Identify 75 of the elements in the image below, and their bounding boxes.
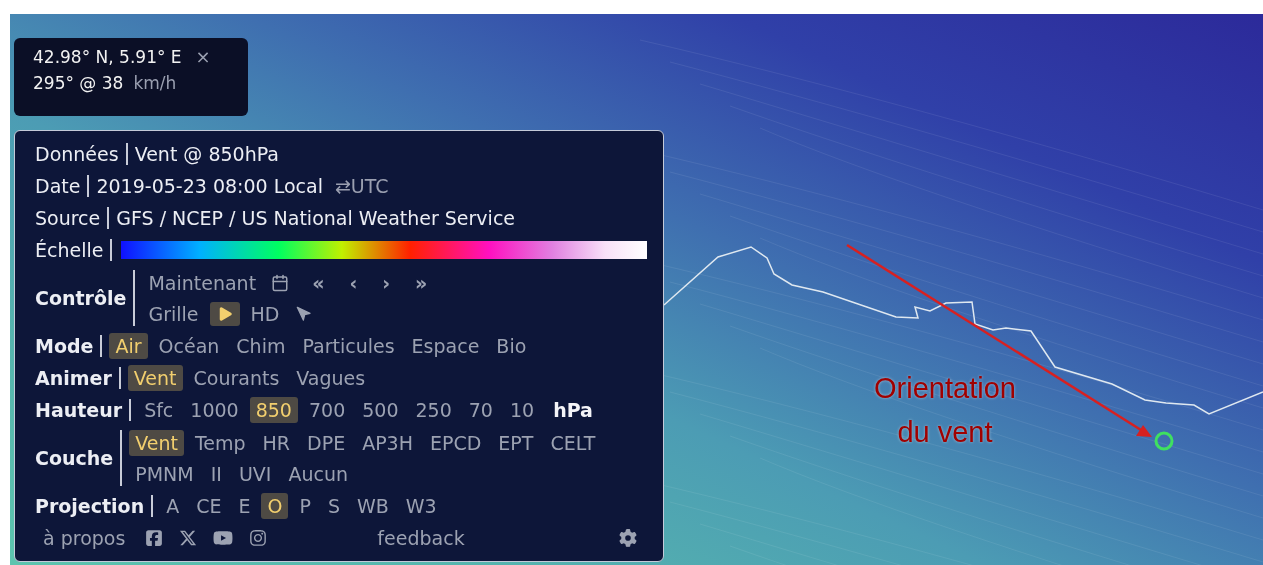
option-button[interactable]: Courants xyxy=(187,365,286,391)
option-button[interactable]: 700 xyxy=(302,397,352,423)
option-button[interactable]: EPT xyxy=(492,429,540,456)
row-label: Hauteur xyxy=(35,399,123,421)
option-button[interactable]: EPCD xyxy=(424,429,488,456)
step-button[interactable]: » xyxy=(409,269,434,296)
location-marker xyxy=(1154,431,1174,451)
annotation-text: Orientation du vent xyxy=(873,371,1017,450)
option-button[interactable]: A xyxy=(160,493,186,519)
row-label: Mode xyxy=(35,335,94,357)
option-button[interactable]: UVI xyxy=(232,460,278,487)
wind-unit: km/h xyxy=(133,73,177,93)
option-button[interactable]: Sfc xyxy=(138,397,180,423)
row-label: Animer xyxy=(35,367,112,389)
option-button[interactable]: E xyxy=(232,493,257,519)
option-button[interactable]: 850 xyxy=(249,397,298,423)
about-link[interactable]: à propos xyxy=(43,527,126,549)
row-value: 2019-05-23 08:00 Local xyxy=(96,175,323,197)
youtube-icon[interactable] xyxy=(213,528,234,548)
option-button[interactable]: Océan xyxy=(152,333,226,359)
row-value: GFS / NCEP / US National Weather Service xyxy=(116,207,516,229)
option-button[interactable]: Temp xyxy=(188,429,252,456)
row-label: Échelle xyxy=(35,239,104,261)
option-button[interactable]: Espace xyxy=(405,333,486,359)
option-button[interactable]: P xyxy=(293,493,317,519)
row-label: Source xyxy=(35,207,101,229)
option-button[interactable]: 250 xyxy=(409,397,458,423)
option-button[interactable]: WB xyxy=(351,493,395,519)
row-label: Contrôle xyxy=(35,287,127,309)
option-button[interactable]: Vent xyxy=(129,429,184,456)
step-button[interactable]: « xyxy=(306,269,331,296)
option-button[interactable]: AP3H xyxy=(356,429,419,456)
settings-icon[interactable] xyxy=(619,529,637,547)
x-icon[interactable] xyxy=(179,529,198,547)
feedback-link[interactable]: feedback xyxy=(377,527,465,549)
option-button[interactable]: II xyxy=(204,460,228,487)
step-button[interactable]: ‹ xyxy=(343,269,364,296)
row-label: Données xyxy=(35,143,119,165)
instagram-icon[interactable] xyxy=(249,529,268,547)
navigation-icon[interactable] xyxy=(296,305,313,322)
facebook-icon[interactable] xyxy=(145,529,164,547)
option-button[interactable]: Aucun xyxy=(282,460,354,487)
utc-toggle[interactable]: ⇄UTC xyxy=(334,175,389,197)
row-value: Vent @ 850hPa xyxy=(134,143,279,165)
option-button[interactable]: 10 xyxy=(503,397,541,423)
unit-label: hPa xyxy=(553,399,593,421)
row-label: Projection xyxy=(35,495,145,517)
option-button[interactable]: W3 xyxy=(399,493,443,519)
now-button[interactable]: Maintenant xyxy=(142,269,263,296)
grid-button[interactable]: Grille xyxy=(142,300,205,327)
option-button[interactable]: DPE xyxy=(301,429,352,456)
option-button[interactable]: Particules xyxy=(296,333,401,359)
close-button[interactable]: × xyxy=(191,46,215,67)
hd-button[interactable]: HD xyxy=(244,300,286,327)
row-label: Date xyxy=(35,175,81,197)
option-button[interactable]: CELT xyxy=(544,429,602,456)
option-button[interactable]: 500 xyxy=(356,397,405,423)
option-button[interactable]: Chim xyxy=(230,333,292,359)
option-button[interactable]: 70 xyxy=(462,397,499,423)
option-button[interactable]: Vagues xyxy=(290,365,372,391)
row-label: Couche xyxy=(35,447,114,469)
wind-reading: 295° @ 38 xyxy=(33,73,124,93)
option-button[interactable]: Air xyxy=(109,333,148,359)
calendar-icon[interactable] xyxy=(271,273,290,292)
option-button[interactable]: S xyxy=(321,493,346,519)
option-button[interactable]: Bio xyxy=(490,333,533,359)
option-button[interactable]: CE xyxy=(190,493,228,519)
option-button[interactable]: O xyxy=(261,493,289,519)
play-button[interactable] xyxy=(209,301,240,326)
option-button[interactable]: Vent xyxy=(127,365,183,391)
option-button[interactable]: HR xyxy=(256,429,297,456)
step-button[interactable]: › xyxy=(376,269,397,296)
option-button[interactable]: 1000 xyxy=(184,397,245,423)
coordinates-text: 42.98° N, 5.91° E xyxy=(33,46,182,67)
option-button[interactable]: PMNM xyxy=(129,460,200,487)
